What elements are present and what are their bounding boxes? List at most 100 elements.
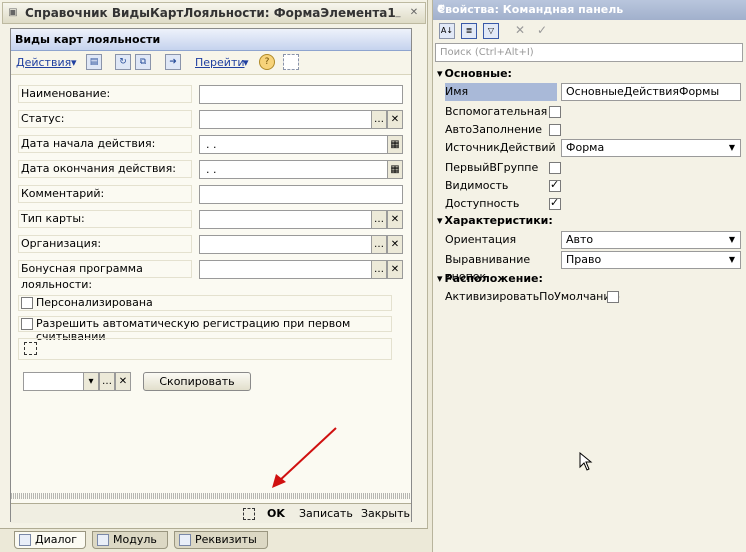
- ellipsis-icon[interactable]: …: [99, 372, 115, 391]
- minimize-icon[interactable]: _: [391, 6, 405, 20]
- placeholder-icon[interactable]: [243, 508, 255, 520]
- goto-menu[interactable]: Перейти: [195, 56, 245, 69]
- resize-handle[interactable]: [11, 493, 411, 499]
- chevron-down-icon[interactable]: ▾: [71, 56, 77, 69]
- tab-module-label: Модуль: [113, 533, 157, 546]
- copy-button[interactable]: Скопировать: [143, 372, 251, 391]
- ellipsis-icon[interactable]: …: [371, 235, 387, 254]
- prop-first-label: ПервыйВГруппе: [445, 161, 539, 174]
- field-label-card-type: Тип карты:: [18, 210, 192, 228]
- calendar-icon[interactable]: ▦: [387, 135, 403, 154]
- properties-search-input[interactable]: Поиск (Ctrl+Alt+I): [435, 43, 743, 62]
- sort-alpha-icon[interactable]: A↓: [439, 23, 455, 39]
- start-date-input[interactable]: . . ▦: [199, 135, 403, 154]
- prop-source-value[interactable]: Форма ▼: [561, 139, 741, 157]
- mouse-cursor-icon: [579, 452, 593, 471]
- prop-name-label: Имя: [445, 83, 557, 101]
- start-date-value: . .: [206, 138, 217, 151]
- section-location[interactable]: Расположение:: [437, 272, 543, 285]
- name-input[interactable]: [199, 85, 403, 104]
- prop-activate-checkbox[interactable]: [607, 291, 619, 303]
- field-label-organization: Организация:: [18, 235, 192, 253]
- module-icon: [97, 534, 109, 546]
- status-input[interactable]: … ✕: [199, 110, 403, 129]
- prop-visible-checkbox[interactable]: [549, 178, 561, 192]
- bonus-program-input[interactable]: … ✕: [199, 260, 403, 279]
- ok-button[interactable]: OK: [267, 507, 285, 520]
- actions-menu[interactable]: Действия: [16, 56, 71, 69]
- clear-icon[interactable]: ✕: [387, 210, 403, 229]
- tab-attributes[interactable]: Реквизиты: [174, 531, 268, 549]
- placeholder-icon[interactable]: [283, 54, 299, 70]
- comment-input[interactable]: [199, 185, 403, 204]
- prop-aux-checkbox[interactable]: [549, 106, 561, 118]
- close-icon[interactable]: ✕: [407, 6, 421, 20]
- help-icon[interactable]: ?: [259, 54, 275, 70]
- prop-enabled-checkbox[interactable]: [549, 196, 561, 210]
- designer-title: Справочник ВидыКартЛояльности: ФормаЭлем…: [25, 6, 396, 20]
- prop-first-checkbox[interactable]: [549, 162, 561, 174]
- clear-icon[interactable]: ✕: [387, 260, 403, 279]
- section-characteristics[interactable]: Характеристики:: [437, 214, 553, 227]
- chevron-down-icon[interactable]: ▼: [724, 139, 740, 157]
- calendar-icon[interactable]: ▦: [387, 160, 403, 179]
- end-date-value: . .: [206, 163, 217, 176]
- properties-panel: Свойства: Командная панель ⊕ ✕ A↓ ≣ ▽ ✕ …: [432, 0, 746, 552]
- prop-align-label: Выравнивание кнопок: [445, 253, 531, 283]
- apply-icon[interactable]: ✓: [537, 23, 547, 37]
- personalized-row: Персонализирована: [18, 295, 392, 311]
- section-main[interactable]: Основные:: [437, 67, 512, 80]
- prop-aux-label: Вспомогательная: [445, 105, 548, 118]
- close-icon[interactable]: ✕: [437, 3, 741, 14]
- prop-autofill-checkbox[interactable]: [549, 124, 561, 136]
- prop-name-value[interactable]: ОсновныеДействияФормы: [561, 83, 741, 101]
- ellipsis-icon[interactable]: …: [371, 210, 387, 229]
- prop-enabled-label: Доступность: [445, 197, 520, 210]
- personalized-checkbox[interactable]: [21, 297, 33, 309]
- prop-autofill-label: АвтоЗаполнение: [445, 123, 542, 136]
- card-type-input[interactable]: … ✕: [199, 210, 403, 229]
- chevron-down-icon[interactable]: ▼: [724, 231, 740, 249]
- field-label-name: Наименование:: [18, 85, 192, 103]
- prop-align-value[interactable]: Право ▼: [561, 251, 741, 269]
- field-label-bonus-program: Бонусная программа лояльности:: [18, 260, 192, 291]
- form-title: Виды карт лояльности: [15, 33, 161, 46]
- command-bar-placeholder[interactable]: [18, 338, 392, 360]
- properties-title-bar: Свойства: Командная панель ⊕ ✕: [433, 0, 746, 20]
- copy-icon[interactable]: ⧉: [135, 54, 151, 70]
- goto-icon[interactable]: ➜: [165, 54, 181, 70]
- organization-input[interactable]: … ✕: [199, 235, 403, 254]
- filter-icon[interactable]: ▽: [483, 23, 499, 39]
- tab-module[interactable]: Модуль: [92, 531, 168, 549]
- chevron-down-icon[interactable]: ▼: [724, 251, 740, 269]
- field-label-end-date: Дата окончания действия:: [18, 160, 192, 178]
- auto-register-checkbox[interactable]: [21, 318, 33, 330]
- form-bottom-bar: OK Записать Закрыть: [11, 503, 411, 523]
- designer-tabs: Диалог Модуль Реквизиты: [0, 528, 428, 552]
- window-icon: ▣: [8, 7, 18, 18]
- ellipsis-icon[interactable]: …: [371, 110, 387, 129]
- categorized-icon[interactable]: ≣: [461, 23, 477, 39]
- chevron-down-icon[interactable]: ▾: [243, 56, 249, 69]
- close-button[interactable]: Закрыть: [361, 507, 410, 520]
- chevron-down-icon[interactable]: ▾: [83, 372, 99, 391]
- clear-icon[interactable]: ✕: [387, 235, 403, 254]
- field-label-status: Статус:: [18, 110, 192, 128]
- refresh-icon[interactable]: ↻: [115, 54, 131, 70]
- save-icon[interactable]: ▤: [86, 54, 102, 70]
- ellipsis-icon[interactable]: …: [371, 260, 387, 279]
- prop-align-text: Право: [566, 253, 602, 266]
- save-button[interactable]: Записать: [299, 507, 353, 520]
- field-label-start-date: Дата начала действия:: [18, 135, 192, 153]
- prop-orientation-text: Авто: [566, 233, 594, 246]
- tab-dialog[interactable]: Диалог: [14, 531, 86, 549]
- clear-icon[interactable]: ✕: [115, 372, 131, 391]
- prop-orientation-value[interactable]: Авто ▼: [561, 231, 741, 249]
- small-combo[interactable]: ▾ … ✕: [23, 372, 131, 391]
- clear-icon[interactable]: ✕: [387, 110, 403, 129]
- end-date-input[interactable]: . . ▦: [199, 160, 403, 179]
- prop-source-label: ИсточникДействий: [445, 141, 556, 154]
- form-command-bar[interactable]: Действия ▾ ▤ ↻ ⧉ ➜ Перейти ▾ ?: [11, 51, 411, 75]
- prop-activate-label: АктивизироватьПоУмолчанию: [445, 290, 620, 303]
- delete-icon[interactable]: ✕: [515, 23, 525, 37]
